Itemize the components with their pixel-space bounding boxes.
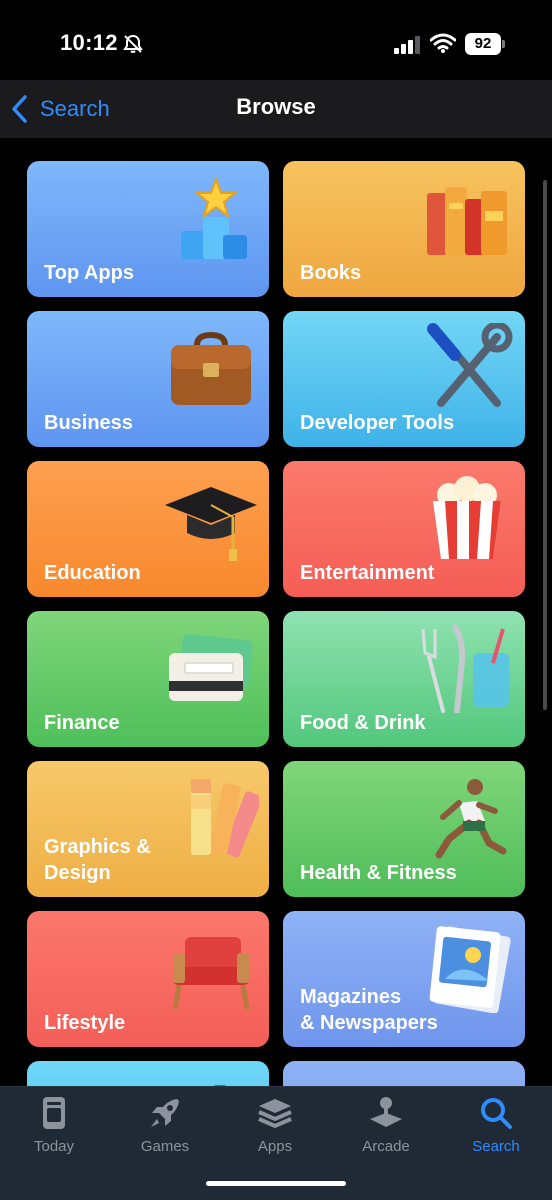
category-label: Lifestyle [44,1012,126,1034]
category-label: Entertainment [300,562,435,584]
rocket-icon [151,1099,179,1127]
category-tile-graphics-design[interactable]: Graphics & Design [27,761,269,897]
armchair-icon [172,937,250,1010]
home-indicator[interactable] [206,1181,346,1186]
tab-search[interactable]: Search [451,1095,541,1165]
tab-apps[interactable]: Apps [230,1095,320,1165]
category-tile-magazines-newspapers[interactable]: Magazines & Newspapers [283,911,525,1047]
category-tile-business[interactable]: Business [27,311,269,447]
category-tile-entertainment[interactable]: Entertainment [283,461,525,597]
category-label: Business [44,412,133,434]
fork-knife-glass-icon [421,624,509,713]
category-tile-food-drink[interactable]: Food & Drink [283,611,525,747]
category-tile-finance[interactable]: Finance [27,611,269,747]
screwdriver-wrench-icon [427,323,513,407]
battery-icon: 92 [465,33,505,55]
category-label: Developer Tools [300,412,455,434]
status-time: 10:12 [60,30,118,55]
category-tile-health-fitness[interactable]: Health & Fitness [283,761,525,897]
briefcase-icon [171,331,251,405]
category-label: Graphics & Design [44,836,151,884]
tab-arcade[interactable]: Arcade [341,1095,431,1165]
search-icon [481,1098,512,1129]
joystick-icon [370,1097,402,1127]
today-icon [43,1097,65,1129]
popcorn-icon [433,476,501,559]
category-tile-education[interactable]: Education [27,461,269,597]
podium-star-icon [181,176,247,259]
category-tile-developer-tools[interactable]: Developer Tools [283,311,525,447]
status-bar: 10:12 92 [0,0,552,80]
bell-slash-icon [123,34,143,53]
category-tile-books[interactable]: Books [283,161,525,297]
category-label: Books [300,262,362,284]
tab-today[interactable]: Today [9,1095,99,1165]
signal-icon [394,36,420,54]
scroll-indicator[interactable] [543,180,547,710]
tab-label: Games [140,1138,190,1155]
category-tile-lifestyle[interactable]: Lifestyle [27,911,269,1047]
category-label: Magazines & Newspapers [300,986,438,1034]
tab-label: Search [472,1138,520,1155]
books-icon [427,187,507,255]
tab-label: Today [33,1138,75,1155]
credit-card-icon [169,634,253,701]
category-label: Health & Fitness [300,862,457,884]
tab-label: Arcade [362,1138,410,1155]
tab-games[interactable]: Games [120,1095,210,1165]
navigation-bar: Search Browse [0,80,552,138]
graduation-cap-icon [165,487,257,561]
wifi-icon [430,33,456,53]
category-label: Education [44,562,141,584]
category-tile-top-apps[interactable]: Top Apps [27,161,269,297]
category-label: Finance [44,712,120,734]
category-label: Food & Drink [300,712,426,734]
battery-level: 92 [465,33,501,55]
layers-icon [258,1099,292,1129]
tab-label: Apps [257,1138,293,1155]
page-title: Browse [236,94,316,119]
runner-icon [435,779,507,859]
category-label: Top Apps [44,262,134,284]
